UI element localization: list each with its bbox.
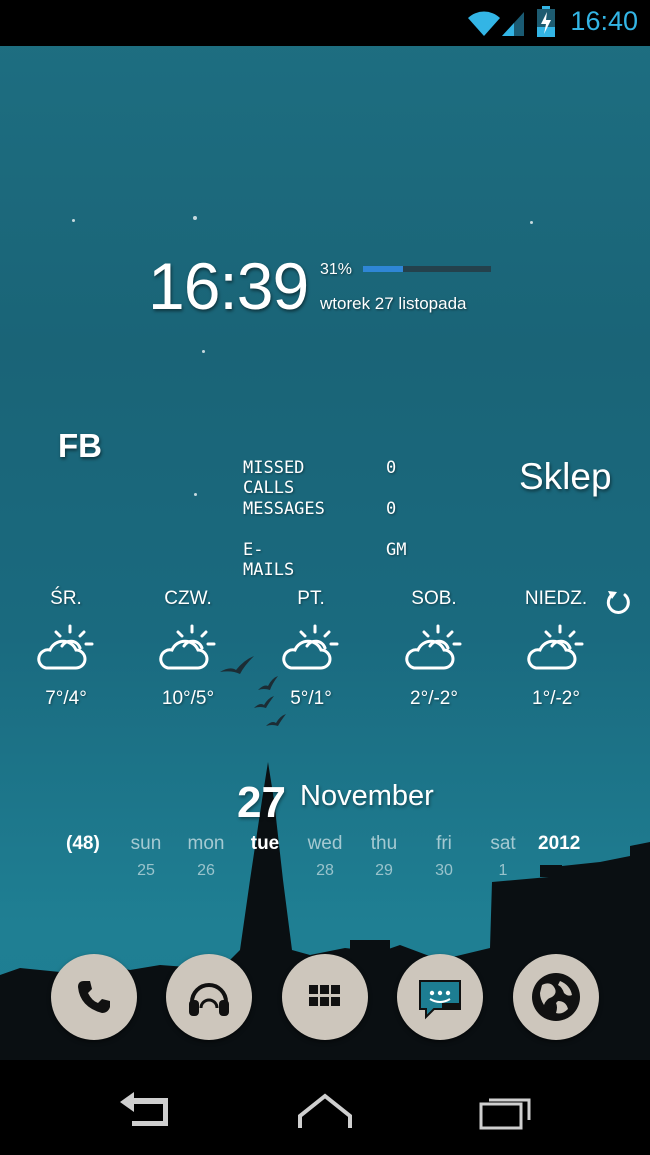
clock-date[interactable]: wtorek 27 listopada [320,294,466,314]
partly-cloudy-icon [527,624,584,670]
star-decoration [193,216,197,220]
app-drawer-button[interactable] [282,954,368,1040]
calendar-date: 26 [197,862,215,879]
back-icon[interactable] [116,1090,172,1134]
calendar-date: 1 [498,862,508,879]
sklep-shortcut[interactable]: Sklep [519,456,612,498]
weather-day: NIEDZ. 1°/-2° [496,588,616,710]
weather-day-temp: 2°/-2° [410,688,458,709]
calendar-week-number: (48) [66,833,100,854]
calendar-weekday: sat [490,833,516,854]
star-decoration [530,221,533,224]
battery-level-bar [363,266,491,272]
birds-decoration [220,656,286,726]
weather-day-temp: 1°/-2° [532,688,580,709]
partly-cloudy-icon [37,624,94,670]
weather-day-name: PT. [297,588,325,609]
counter-label: MISSED CALLS [243,458,305,498]
weather-day-name: SOB. [411,588,457,609]
counter-label: MESSAGES [243,499,325,519]
star-decoration [194,493,197,496]
counter-value: GM [386,540,407,560]
star-decoration [72,219,75,222]
messaging-icon [419,980,461,1020]
phone-app-button[interactable] [51,954,137,1040]
counter-label: E-MAILS [243,540,295,580]
calendar-day-column: sat 1 [468,833,538,880]
music-app-button[interactable] [166,954,252,1040]
recent-apps-icon[interactable] [477,1090,533,1134]
battery-level-fill [363,266,403,272]
headphones-icon [189,983,229,1016]
browser-globe-icon [532,973,580,1021]
messaging-app-button[interactable] [397,954,483,1040]
calendar-day[interactable]: 27 [237,778,286,828]
browser-app-button[interactable] [513,954,599,1040]
weather-forecast[interactable]: ŚR. 7°/4° CZW. 10°/5° PT. 5°/1° SOB. 2°/… [0,588,650,728]
weather-day: ŚR. 7°/4° [6,588,126,710]
fb-shortcut[interactable]: FB [58,427,102,465]
weather-day-temp: 7°/4° [45,688,87,709]
weather-day-name: ŚR. [50,588,82,609]
weather-day-name: CZW. [164,588,212,609]
app-drawer-icon [309,985,340,1006]
partly-cloudy-icon [405,624,462,670]
weather-day-name: NIEDZ. [524,588,588,609]
clock-time[interactable]: 16:39 [148,248,309,324]
calendar-year: 2012 [538,833,581,854]
phone-icon [78,981,110,1013]
refresh-icon[interactable] [605,588,633,620]
star-decoration [202,350,205,353]
counter-value: 0 [386,499,397,519]
home-icon[interactable] [296,1090,354,1134]
partly-cloudy-icon [159,624,216,670]
counter-value: 0 [386,458,397,478]
battery-percent: 31% [320,261,353,278]
calendar-month[interactable]: November [300,780,434,813]
weather-day: SOB. 2°/-2° [374,588,494,710]
navigation-bar [0,1060,650,1155]
